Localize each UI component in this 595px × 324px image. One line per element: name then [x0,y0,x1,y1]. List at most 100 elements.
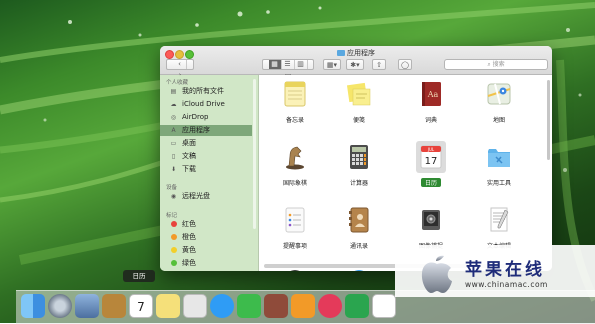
sidebar-tag-yellow[interactable]: 黄色 [160,245,252,256]
sidebar-tag-green[interactable]: 绿色 [160,258,252,269]
app-item-contacts[interactable]: 通讯录 [334,203,384,255]
icon-view-button[interactable]: ▦ [268,60,282,69]
sidebar-item-downloads[interactable]: ⬇ 下载 [160,164,252,175]
keynote-icon[interactable] [372,294,396,318]
svg-text:JUL: JUL [427,147,435,152]
column-view-button[interactable]: ▥ [295,60,308,69]
file-grid: 备忘录 便笺 Aa 词典 地图 国际象棋 计算器 JUL 17 日历 实用工具 … [259,75,552,271]
dock-tooltip: 日历 [123,270,155,282]
finder-window: 应用程序 ‹› ▦☰▥▭ ▦▾ ✱▾ ⇧ ◯ ⌕ 搜索 个人收藏 ▤我的所有文件… [160,46,552,271]
app-item-utilities[interactable]: 实用工具 [474,140,524,192]
sidebar-section-tags: 标记 [166,213,178,219]
sidebar-item-label: 应用程序 [182,126,210,134]
tags-button[interactable]: ◯ [398,59,412,70]
messages-icon[interactable] [210,294,234,318]
green-tag-dot-icon [171,260,177,266]
all-files-icon: ▤ [170,88,177,95]
search-field[interactable]: ⌕ 搜索 [444,59,548,70]
sidebar-item-applications[interactable]: A 应用程序 [160,125,252,136]
sidebar-item-desktop[interactable]: ▭ 桌面 [160,138,252,149]
search-placeholder: 搜索 [492,61,505,68]
sidebar-item-label: 桌面 [182,139,196,147]
app-item-stickies[interactable]: 便笺 [334,77,384,129]
launchpad-icon[interactable] [48,294,72,318]
app-item-notes[interactable]: 备忘录 [270,77,320,129]
preview-icon[interactable] [75,294,99,318]
sidebar-item-label: 绿色 [182,259,196,267]
sidebar-item-documents[interactable]: ▯ 文稿 [160,151,252,162]
chess-icon [286,146,304,170]
app-item-label: 地图 [492,117,505,124]
app-item-label: 实用工具 [486,180,511,187]
app-item-maps[interactable]: 地图 [474,77,524,129]
sidebar-tag-red[interactable]: 红色 [160,219,252,230]
app-item-calculator[interactable]: 计算器 [334,140,384,192]
facetime-icon[interactable] [237,294,261,318]
stickies-icon[interactable] [156,294,180,318]
stickies-icon [346,82,371,106]
sidebar-item-label: AirDrop [182,113,209,121]
arrange-button[interactable]: ▦▾ [323,59,341,70]
numbers-icon[interactable] [345,294,369,318]
finder-icon[interactable] [21,294,45,318]
sidebar-item-remote-disc[interactable]: ◉ 远程光盘 [160,191,252,202]
sidebar-item-label: iCloud Drive [182,100,225,108]
photo-booth-icon[interactable] [264,294,288,318]
app-item-label: 提醒事项 [282,243,307,250]
window-title-text: 应用程序 [347,49,375,57]
notes-icon[interactable] [102,294,126,318]
reminders-icon [285,207,305,233]
back-button[interactable]: ‹ [173,60,187,69]
app-item-label: 日历 [421,178,441,187]
itunes-icon[interactable] [318,294,342,318]
svg-text:Aa: Aa [427,90,439,99]
app-item-label: 备忘录 [285,117,304,124]
sidebar-item-label: 下载 [182,165,196,173]
view-mode-control: ▦☰▥▭ [262,59,314,79]
calendar-icon: JUL 17 [420,145,442,169]
app-item-dictionary[interactable]: Aa 词典 [406,77,456,129]
applications-icon: A [171,127,176,134]
sidebar-item-airdrop[interactable]: ◎ AirDrop [160,112,252,123]
sidebar-item-label: 橙色 [182,233,196,241]
calendar-day-number: 7 [137,300,145,314]
ibooks-icon[interactable] [291,294,315,318]
notes-icon [284,81,306,107]
calendar-icon[interactable]: 7 [129,294,153,318]
sidebar-item-label: 黄色 [182,246,196,254]
sidebar-item-icloud-drive[interactable]: ☁ iCloud Drive [160,99,252,110]
app-item-label: 便笺 [352,117,365,124]
sidebar-scrollbar[interactable] [253,79,256,229]
airdrop-icon: ◎ [170,114,177,121]
title-bar: 应用程序 ‹› ▦☰▥▭ ▦▾ ✱▾ ⇧ ◯ ⌕ 搜索 [160,46,552,79]
apple-logo-icon [421,255,452,293]
action-button[interactable]: ✱▾ [346,59,364,70]
content-scrollbar[interactable] [546,76,551,266]
app-item-reminders[interactable]: 提醒事项 [270,203,320,255]
sidebar-item-label: 文稿 [182,152,196,160]
watermark-url: www.chinamac.com [465,280,548,289]
sidebar-item-label: 远程光盘 [182,192,210,200]
dictionary-icon: Aa [422,82,441,106]
photos-icon[interactable] [183,294,207,318]
sidebar-tag-orange[interactable]: 橙色 [160,232,252,243]
share-button[interactable]: ⇧ [372,59,386,70]
app-item-label: 计算器 [349,180,368,187]
desktop-icon: ▭ [170,140,177,147]
app-item-calendar[interactable]: JUL 17 日历 [406,140,456,192]
app-item-label: 通讯录 [349,243,368,250]
list-view-button[interactable]: ☰ [282,60,295,69]
svg-text:17: 17 [425,156,438,167]
documents-icon: ▯ [171,153,176,160]
red-tag-dot-icon [171,221,177,227]
app-item-chess[interactable]: 国际象棋 [270,140,320,192]
window-title: 应用程序 [160,48,552,58]
content-scrollbar-thumb[interactable] [547,80,550,160]
back-forward-control: ‹› [166,59,194,79]
app-item-label: 国际象棋 [282,180,307,187]
folder-icon [337,50,345,56]
utilities-folder-icon [488,149,510,167]
download-icon: ⬇ [170,166,177,173]
calculator-icon [350,145,368,169]
sidebar-item-all-files[interactable]: ▤ 我的所有文件 [160,86,252,97]
